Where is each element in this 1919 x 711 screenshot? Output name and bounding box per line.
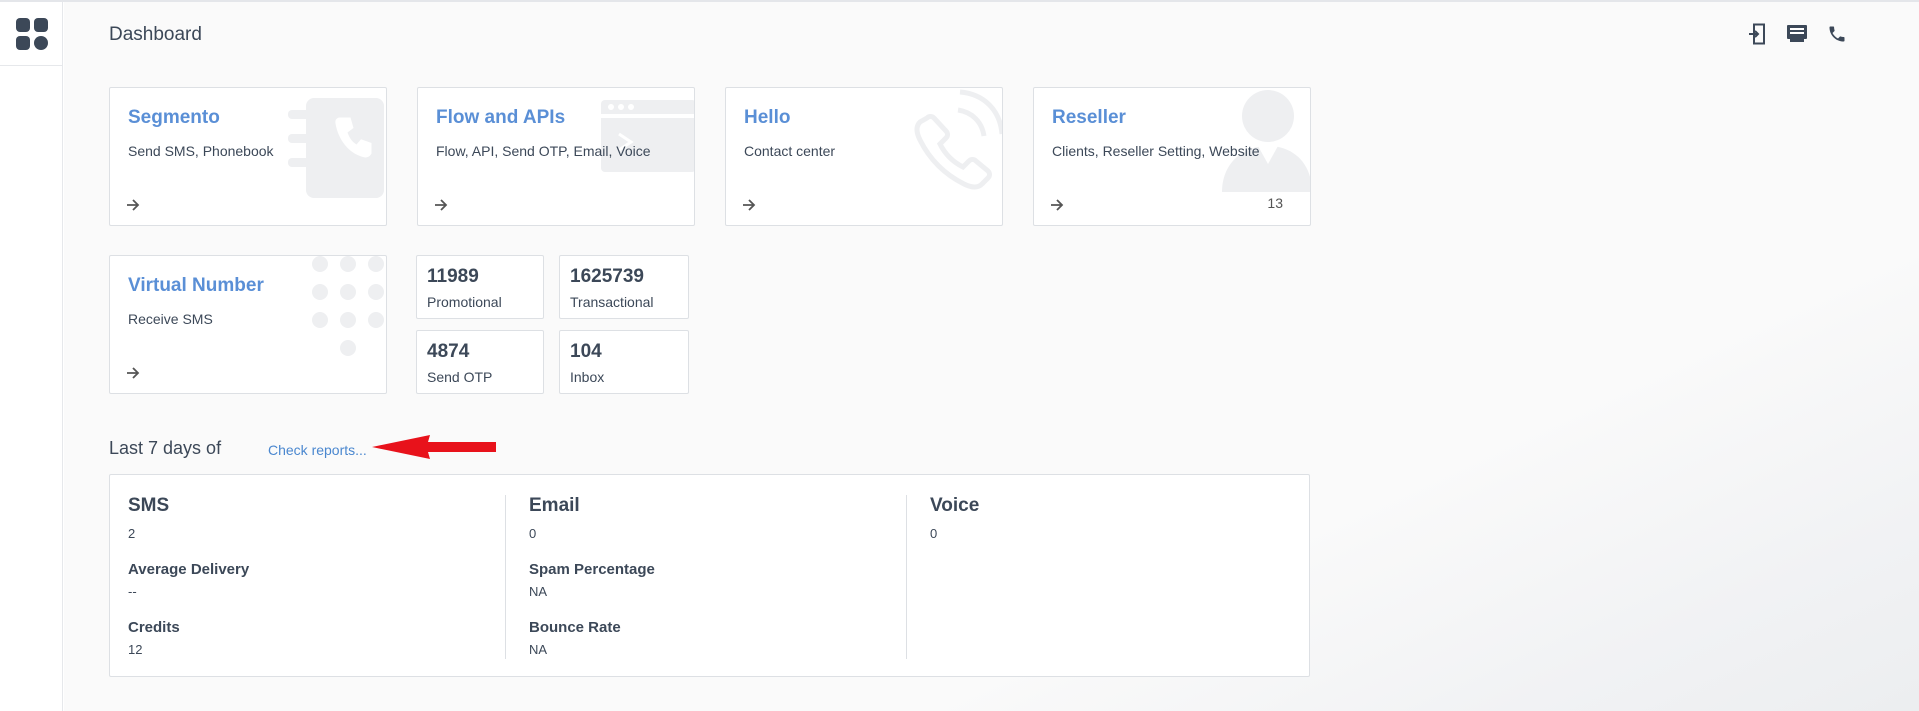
reseller-count-badge: 13 xyxy=(1267,195,1283,211)
card-subtitle: Flow, API, Send OTP, Email, Voice xyxy=(436,143,651,159)
card-subtitle: Clients, Reseller Setting, Website xyxy=(1052,143,1260,159)
card-subtitle: Contact center xyxy=(744,143,836,159)
reports-panel: SMS 2 Average Delivery -- Credits 12 Ema… xyxy=(109,474,1310,677)
stat-value: 11989 xyxy=(427,266,479,287)
stat-label: Inbox xyxy=(570,369,605,385)
flow-apis-card[interactable]: Flow and APIs Flow, API, Send OTP, Email… xyxy=(417,87,695,226)
voice-title: Voice xyxy=(930,495,980,516)
check-reports-link[interactable]: Check reports... xyxy=(268,442,367,458)
card-title[interactable]: Reseller xyxy=(1052,107,1126,129)
card-subtitle: Receive SMS xyxy=(128,311,213,327)
voice-report-column: Voice 0 xyxy=(930,495,1310,659)
stat-value: 104 xyxy=(570,341,602,362)
stat-inbox[interactable]: 104 Inbox xyxy=(559,330,689,394)
sms-count: 2 xyxy=(128,526,136,541)
average-delivery-label: Average Delivery xyxy=(128,561,250,578)
bounce-rate-value: NA xyxy=(529,642,548,657)
virtual-number-card[interactable]: Virtual Number Receive SMS xyxy=(109,255,387,394)
sidebar-logo[interactable] xyxy=(0,2,63,66)
arrow-right-icon[interactable] xyxy=(1050,198,1064,212)
logout-icon[interactable] xyxy=(1744,21,1770,47)
sms-title: SMS xyxy=(128,495,170,516)
card-title[interactable]: Hello xyxy=(744,107,790,129)
email-title: Email xyxy=(529,495,580,516)
column-divider xyxy=(906,495,907,659)
stat-value: 1625739 xyxy=(570,266,644,287)
arrow-right-icon[interactable] xyxy=(742,198,756,212)
phone-ringing-icon xyxy=(914,89,1002,190)
bounce-rate-label: Bounce Rate xyxy=(529,619,621,636)
column-divider xyxy=(505,495,506,659)
arrow-right-icon[interactable] xyxy=(126,366,140,380)
dialpad-icon xyxy=(312,256,384,356)
arrow-right-icon[interactable] xyxy=(126,198,140,212)
card-title[interactable]: Flow and APIs xyxy=(436,107,565,129)
spam-percentage-label: Spam Percentage xyxy=(529,561,655,578)
reports-heading: Last 7 days of xyxy=(109,438,222,458)
apps-grid-icon[interactable] xyxy=(15,17,49,51)
page-title: Dashboard xyxy=(109,24,202,45)
arrow-right-icon[interactable] xyxy=(434,198,448,212)
stat-label: Transactional xyxy=(570,294,654,310)
annotation-arrow-icon xyxy=(372,435,496,459)
stat-send-otp[interactable]: 4874 Send OTP xyxy=(416,330,544,394)
header-actions xyxy=(1744,21,1850,47)
stat-label: Send OTP xyxy=(427,369,493,385)
segmento-card[interactable]: Segmento Send SMS, Phonebook xyxy=(109,87,387,226)
card-subtitle: Send SMS, Phonebook xyxy=(128,143,274,159)
voice-count: 0 xyxy=(930,526,938,541)
card-title[interactable]: Virtual Number xyxy=(128,275,264,297)
sidebar xyxy=(0,2,63,711)
stat-transactional[interactable]: 1625739 Transactional xyxy=(559,255,689,319)
reseller-card[interactable]: Reseller Clients, Reseller Setting, Webs… xyxy=(1033,87,1311,226)
phone-icon[interactable] xyxy=(1824,21,1850,47)
spam-percentage-value: NA xyxy=(529,584,548,599)
sms-report-column: SMS 2 Average Delivery -- Credits 12 xyxy=(128,495,508,659)
email-report-column: Email 0 Spam Percentage NA Bounce Rate N… xyxy=(529,495,909,659)
hello-card[interactable]: Hello Contact center xyxy=(725,87,1003,226)
credits-value: 12 xyxy=(128,642,143,657)
stat-label: Promotional xyxy=(427,294,502,310)
credits-label: Credits xyxy=(128,619,180,636)
billing-icon[interactable] xyxy=(1784,21,1810,47)
email-count: 0 xyxy=(529,526,537,541)
main-content: Dashboard Segmento Send SMS, Phonebook F… xyxy=(64,2,1919,711)
browser-window-icon xyxy=(601,100,694,172)
user-silhouette-icon xyxy=(1222,90,1310,192)
contacts-book-icon xyxy=(288,98,384,198)
stat-value: 4874 xyxy=(427,341,470,362)
average-delivery-value: -- xyxy=(128,584,137,599)
card-title[interactable]: Segmento xyxy=(128,107,220,129)
stat-promotional[interactable]: 11989 Promotional xyxy=(416,255,544,319)
